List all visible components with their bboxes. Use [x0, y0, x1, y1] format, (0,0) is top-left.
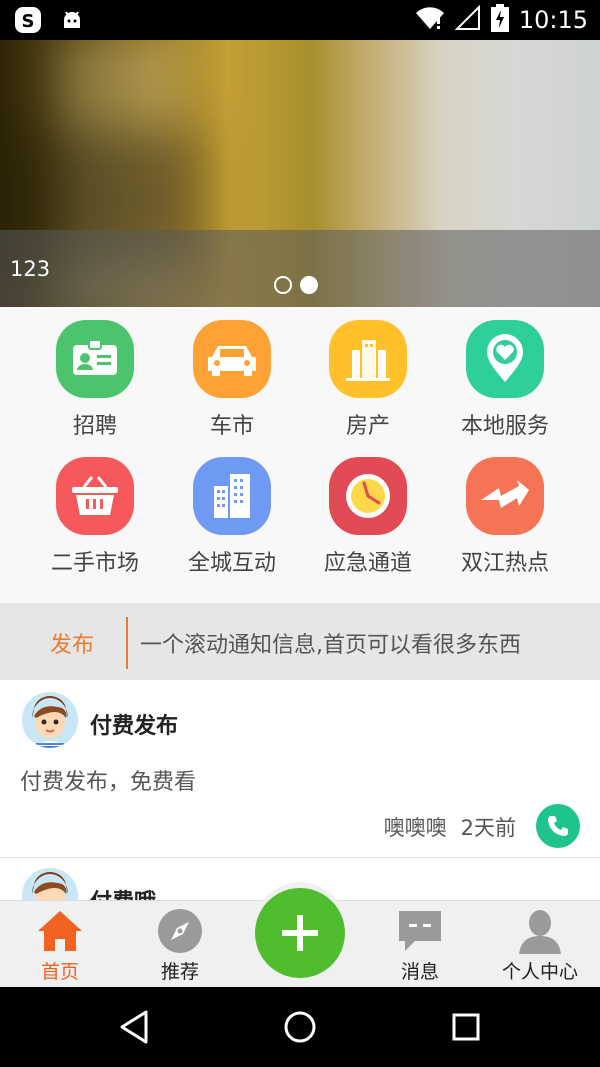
tab-label: 个人中心	[501, 961, 578, 983]
post-title: 付费发布	[90, 714, 179, 739]
post-card[interactable]: 付费发布 付费发布，免费看 噢噢噢 2天前	[0, 680, 600, 857]
tab-recommend[interactable]: 推荐	[120, 901, 240, 988]
map-pin-heart-icon	[466, 320, 544, 398]
banner-carousel[interactable]: 123	[0, 40, 600, 307]
tab-home[interactable]: 首页	[0, 901, 120, 988]
message-icon	[396, 907, 444, 955]
sogou-input-icon: S	[14, 6, 42, 38]
post-author: 噢噢噢	[383, 816, 447, 840]
car-icon	[193, 320, 271, 398]
category-hotspot[interactable]: 双江热点	[435, 457, 575, 577]
plus-icon	[282, 915, 318, 951]
category-recruit[interactable]: 招聘	[25, 320, 165, 440]
phone-icon	[548, 816, 568, 836]
system-nav-bar	[0, 987, 600, 1067]
category-second-hand[interactable]: 二手市场	[25, 457, 165, 577]
category-label: 招聘	[72, 414, 117, 439]
category-label: 本地服务	[460, 414, 549, 439]
banner-dot[interactable]	[274, 276, 292, 294]
building-icon	[329, 320, 407, 398]
notice-divider	[126, 617, 128, 669]
category-emergency[interactable]: 应急通道	[298, 457, 438, 577]
avatar	[22, 868, 78, 900]
category-label: 房产	[345, 414, 390, 439]
notice-publish-tag[interactable]: 发布	[50, 627, 94, 659]
signal-icon	[454, 4, 481, 35]
compass-icon	[156, 907, 204, 955]
category-grid: 招聘 车市 房产 本地服务 二手市场 全城互动 应急通道 双江热点	[0, 307, 600, 603]
category-real-estate[interactable]: 房产	[298, 320, 438, 440]
wifi-icon	[415, 5, 445, 35]
svg-text:S: S	[22, 11, 35, 32]
clock-icon	[329, 457, 407, 535]
notice-scrolling-text[interactable]: 一个滚动通知信息,首页可以看很多东西	[140, 627, 576, 659]
banner-pagination	[274, 276, 318, 294]
tab-label: 推荐	[160, 961, 199, 983]
status-time: 10:15	[518, 6, 588, 34]
category-label: 车市	[209, 414, 254, 439]
lightning-icon	[466, 457, 544, 535]
category-label: 双江热点	[460, 551, 549, 576]
basket-icon	[56, 457, 134, 535]
banner-caption: 123	[10, 257, 51, 281]
category-label: 二手市场	[50, 551, 139, 576]
post-time: 2天前	[460, 816, 516, 840]
battery-charging-icon	[490, 4, 509, 36]
notice-bar[interactable]: 发布 一个滚动通知信息,首页可以看很多东西	[0, 603, 600, 680]
publish-fab-button[interactable]	[255, 888, 345, 978]
tab-profile[interactable]: 个人中心	[480, 901, 600, 988]
banner-caption-bar	[0, 230, 600, 307]
banner-dot-active[interactable]	[300, 276, 318, 294]
avatar	[22, 692, 78, 748]
android-icon	[60, 8, 84, 36]
city-icon	[193, 457, 271, 535]
tab-label: 首页	[40, 961, 79, 983]
home-circle-icon[interactable]	[280, 1007, 320, 1047]
category-car-market[interactable]: 车市	[162, 320, 302, 440]
post-meta: 噢噢噢 2天前	[384, 812, 516, 842]
person-icon	[516, 907, 564, 955]
status-bar: S 10:15	[0, 0, 600, 40]
home-icon	[36, 907, 84, 955]
post-title: 付费哦	[90, 884, 156, 900]
category-label: 全城互动	[187, 551, 276, 576]
id-card-icon	[56, 320, 134, 398]
tab-messages[interactable]: 消息	[360, 901, 480, 988]
category-label: 应急通道	[323, 551, 412, 576]
tab-label: 消息	[400, 961, 439, 983]
post-body: 付费发布，免费看	[20, 770, 197, 795]
call-button[interactable]	[536, 804, 580, 848]
category-local-service[interactable]: 本地服务	[435, 320, 575, 440]
category-city-interaction[interactable]: 全城互动	[162, 457, 302, 577]
recents-icon[interactable]	[446, 1007, 486, 1047]
back-icon[interactable]	[114, 1007, 154, 1047]
